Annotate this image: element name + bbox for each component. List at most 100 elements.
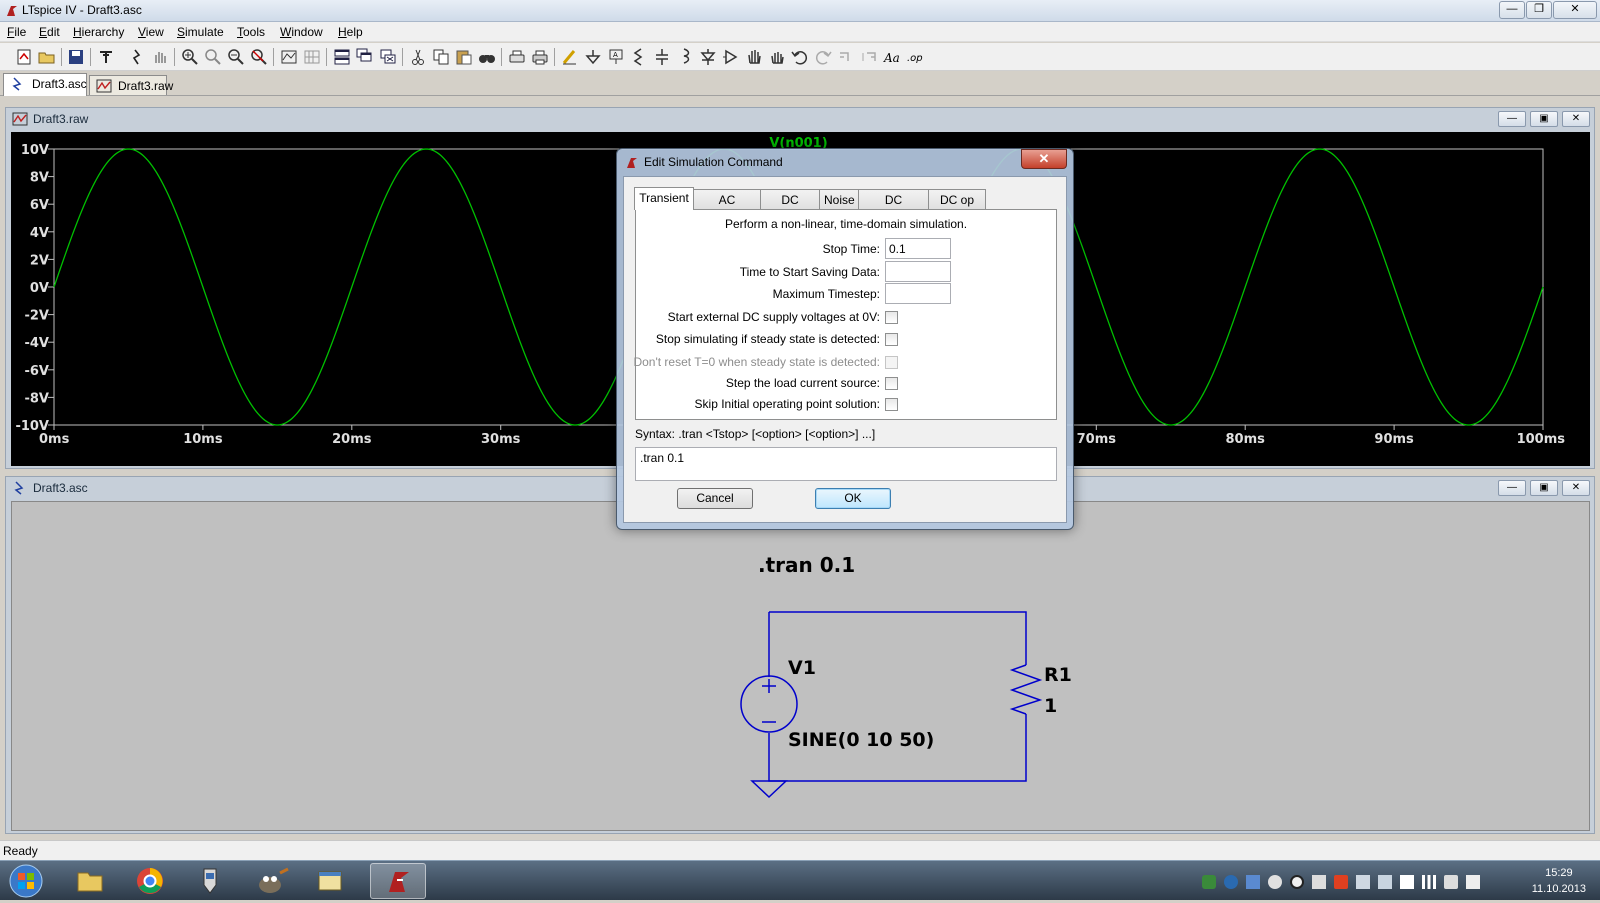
schematic-minimize-button[interactable]: — <box>1498 480 1526 496</box>
tray-flag-icon[interactable] <box>1400 875 1414 889</box>
spice-directive-icon[interactable]: .op <box>905 47 925 67</box>
tray-power-icon[interactable] <box>1466 875 1480 889</box>
steady-state-checkbox[interactable] <box>885 333 898 346</box>
tab-noise[interactable]: Noise <box>819 189 859 209</box>
menu-help[interactable]: Help <box>338 25 363 39</box>
menu-file[interactable]: File <box>7 25 26 39</box>
tray-keyboard-icon[interactable] <box>1312 875 1326 889</box>
taskbar-explorer[interactable] <box>62 863 118 899</box>
cut-icon[interactable] <box>408 47 428 67</box>
open-icon[interactable] <box>37 47 57 67</box>
ground-symbol[interactable] <box>750 780 788 799</box>
menu-hierarchy[interactable]: Hierarchy <box>73 25 124 39</box>
undo-icon[interactable] <box>790 47 810 67</box>
close-windows-icon[interactable] <box>378 47 398 67</box>
paste-icon[interactable] <box>454 47 474 67</box>
ground-icon[interactable] <box>583 47 603 67</box>
tray-app3-icon[interactable] <box>1290 875 1304 889</box>
menu-window[interactable]: Window <box>280 25 323 39</box>
tab-draft3-asc[interactable]: Draft3.asc <box>3 73 87 96</box>
print-icon[interactable] <box>530 47 550 67</box>
clock[interactable]: 15:29 11.10.2013 <box>1532 865 1586 897</box>
tray-grid-icon[interactable] <box>1378 875 1392 889</box>
autorange-icon[interactable] <box>279 47 299 67</box>
maximize-button[interactable]: ❐ <box>1526 1 1552 19</box>
rotate-icon[interactable] <box>836 47 856 67</box>
run-icon[interactable] <box>127 47 147 67</box>
skip-op-checkbox[interactable] <box>885 398 898 411</box>
taskbar-ltspice[interactable] <box>370 863 426 899</box>
taskbar-gimp[interactable] <box>242 863 298 899</box>
tray-app2-icon[interactable] <box>1268 875 1282 889</box>
move-hand-icon[interactable] <box>744 47 764 67</box>
menu-tools[interactable]: Tools <box>237 25 265 39</box>
tab-draft3-raw[interactable]: Draft3.raw <box>89 75 173 95</box>
cascade-icon[interactable] <box>355 47 375 67</box>
new-schematic-icon[interactable] <box>14 47 34 67</box>
waveform-close-button[interactable]: ✕ <box>1562 111 1590 127</box>
tab-dc-sweep[interactable]: DC sweep <box>760 189 820 221</box>
start-saving-input[interactable] <box>885 261 951 282</box>
taskbar-app3[interactable] <box>182 863 238 899</box>
source-name-label[interactable]: V1 <box>788 657 816 679</box>
tray-volume-icon[interactable] <box>1444 875 1458 889</box>
control-panel-icon[interactable] <box>96 47 116 67</box>
tray-alert-icon[interactable] <box>1334 875 1348 889</box>
redo-icon[interactable] <box>813 47 833 67</box>
waveform-minimize-button[interactable]: — <box>1498 111 1526 127</box>
waveform-restore-button[interactable]: ▣ <box>1530 111 1558 127</box>
step-load-checkbox[interactable] <box>885 377 898 390</box>
capacitor-icon[interactable] <box>652 47 672 67</box>
minimize-button[interactable]: — <box>1499 1 1525 19</box>
zoom-out-icon[interactable] <box>226 47 246 67</box>
zoom-in-icon[interactable] <box>180 47 200 67</box>
tile-horizontal-icon[interactable] <box>332 47 352 67</box>
tray-network-icon[interactable] <box>1202 875 1216 889</box>
start-dc-zero-checkbox[interactable] <box>885 311 898 324</box>
schematic-canvas[interactable]: .tran 0.1 V1 SINE(0 10 50) R1 1 <box>11 501 1590 831</box>
schematic-restore-button[interactable]: ▣ <box>1530 480 1558 496</box>
close-button[interactable]: ✕ <box>1553 1 1597 19</box>
tab-transient[interactable]: Transient <box>634 187 694 210</box>
source-value-label[interactable]: SINE(0 10 50) <box>788 729 934 751</box>
resistor-icon[interactable] <box>629 47 649 67</box>
cancel-button[interactable]: Cancel <box>677 488 753 509</box>
tray-signal-icon[interactable] <box>1422 875 1436 889</box>
inductor-icon[interactable] <box>675 47 695 67</box>
spice-directive-text[interactable]: .tran 0.1 <box>758 553 855 577</box>
halt-icon[interactable] <box>150 47 170 67</box>
diode-icon[interactable] <box>698 47 718 67</box>
resistor-value-label[interactable]: 1 <box>1044 695 1057 717</box>
taskbar-chrome[interactable] <box>122 863 178 899</box>
stop-time-input[interactable] <box>885 238 951 259</box>
dialog-close-button[interactable]: ✕ <box>1021 149 1067 169</box>
tray-app-icon[interactable] <box>1246 875 1260 889</box>
menu-view[interactable]: View <box>138 25 164 39</box>
schematic-close-button[interactable]: ✕ <box>1562 480 1590 496</box>
tab-ac-analysis[interactable]: AC Analysis <box>693 189 761 221</box>
resistor-name-label[interactable]: R1 <box>1044 664 1072 686</box>
drag-hand-icon[interactable] <box>767 47 787 67</box>
tray-display-icon[interactable] <box>1356 875 1370 889</box>
find-icon[interactable] <box>477 47 497 67</box>
max-timestep-input[interactable] <box>885 283 951 304</box>
zoom-pan-icon[interactable] <box>203 47 223 67</box>
label-net-icon[interactable]: A <box>606 47 626 67</box>
copy-icon[interactable] <box>431 47 451 67</box>
ok-button[interactable]: OK <box>815 488 891 509</box>
menu-simulate[interactable]: Simulate <box>177 25 224 39</box>
text-icon[interactable]: Aa <box>882 47 902 67</box>
print-setup-icon[interactable] <box>507 47 527 67</box>
save-icon[interactable] <box>66 47 86 67</box>
grid-icon[interactable] <box>302 47 322 67</box>
start-button-icon[interactable] <box>4 863 48 899</box>
resistor-symbol[interactable] <box>1009 664 1043 715</box>
mirror-icon[interactable] <box>859 47 879 67</box>
wire-icon[interactable] <box>560 47 580 67</box>
menu-edit[interactable]: Edit <box>39 25 60 39</box>
zoom-fit-icon[interactable] <box>249 47 269 67</box>
tray-shield-icon[interactable] <box>1224 875 1238 889</box>
tab-dc-op-pnt[interactable]: DC op pnt <box>928 189 986 221</box>
command-textbox[interactable]: .tran 0.1 <box>635 447 1057 481</box>
taskbar-app5[interactable] <box>302 863 358 899</box>
